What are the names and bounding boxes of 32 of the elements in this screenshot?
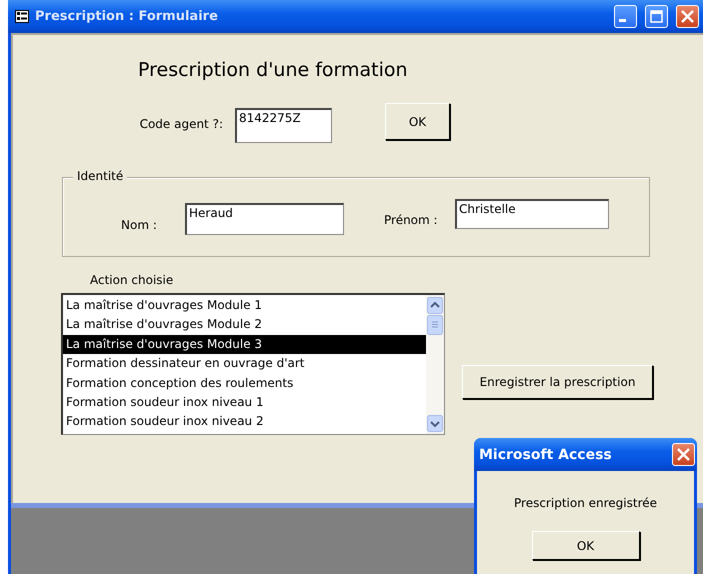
save-button[interactable]: Enregistrer la prescription — [462, 365, 653, 399]
scroll-thumb-icon[interactable] — [427, 315, 443, 335]
close-button[interactable] — [676, 5, 699, 28]
list-item[interactable]: Formation dessinateur en ouvrage d'art — [63, 354, 426, 374]
dialog-title: Microsoft Access — [479, 446, 612, 462]
field-label: Prénom : — [384, 213, 439, 227]
window-title: Prescription : Formulaire — [35, 9, 218, 24]
text-field[interactable]: Heraud — [185, 203, 344, 235]
list-label: Action choisie — [90, 273, 174, 287]
form-heading: Prescription d'une formation — [138, 59, 409, 81]
code-agent-field[interactable]: 8142275Z — [235, 108, 332, 143]
list-item[interactable]: La maîtrise d'ouvrages Module 2 — [63, 315, 426, 335]
minimize-icon — [619, 19, 626, 22]
list-item[interactable]: La maîtrise d'ouvrages Module 1 — [63, 296, 426, 316]
list-item[interactable]: Formation soudeur inox niveau 1 — [63, 392, 426, 412]
dialog-message: Prescription enregistrée — [514, 496, 657, 510]
field-label: Code agent ?: — [138, 117, 223, 131]
minimize-button[interactable] — [614, 5, 637, 28]
list-item[interactable]: Formation conception des roulements — [63, 374, 426, 393]
form-icon — [15, 10, 29, 23]
ok-button[interactable]: OK — [532, 531, 640, 560]
close-button[interactable] — [672, 443, 695, 466]
scroll-up-icon[interactable] — [427, 297, 443, 314]
text-field[interactable]: Christelle — [455, 199, 609, 229]
ok-button[interactable]: OK — [385, 103, 450, 140]
list-item[interactable]: La maîtrise d'ouvrages Module 3 — [63, 334, 426, 354]
scroll-down-icon[interactable] — [427, 415, 443, 432]
group-legend: Identité — [73, 169, 128, 183]
maximize-button[interactable] — [645, 5, 668, 28]
field-label: Nom : — [121, 218, 158, 232]
list-item[interactable]: Formation soudeur inox niveau 2 — [63, 412, 426, 432]
scrollbar[interactable] — [426, 295, 444, 434]
